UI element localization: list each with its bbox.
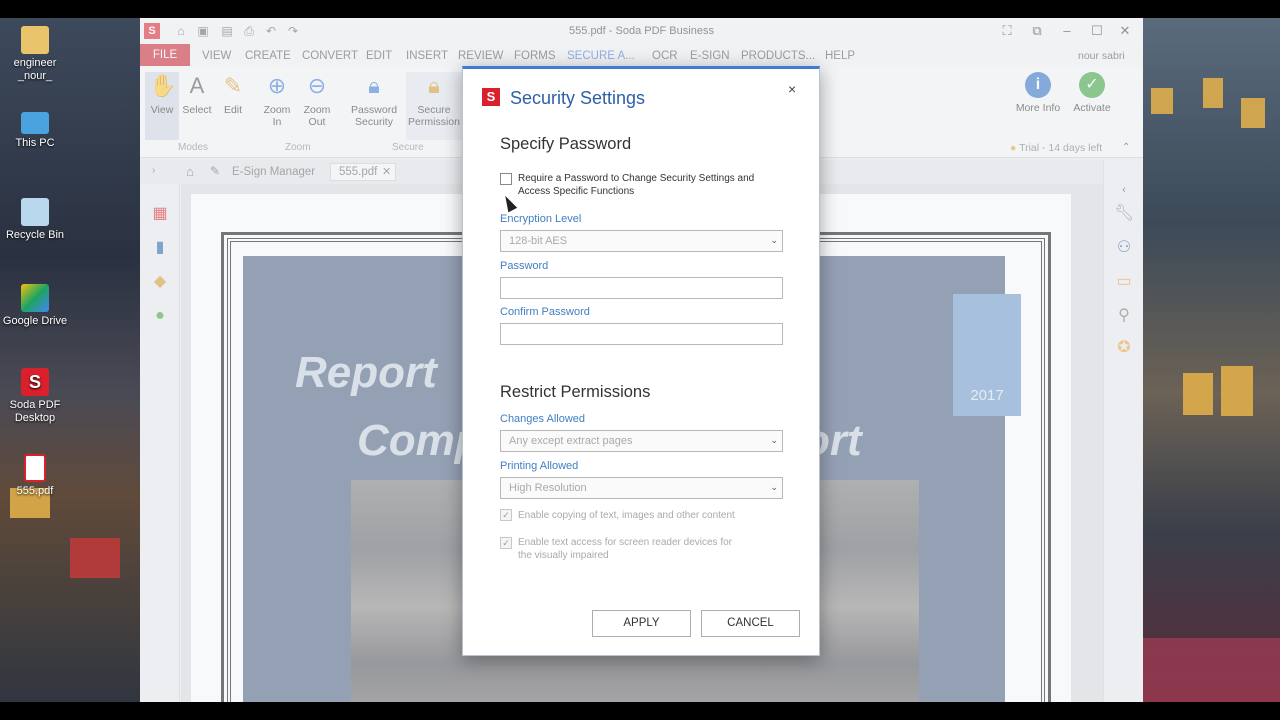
printing-allowed-label: Printing Allowed: [500, 460, 579, 472]
desktop-icon-label: Recycle Bin: [5, 229, 65, 241]
soda-pdf-icon: S: [21, 368, 49, 396]
security-settings-dialog: S Security Settings × Specify Password R…: [462, 66, 820, 656]
desktop-icon-label: This PC: [15, 137, 55, 149]
chevron-down-icon: ⌄: [770, 482, 778, 492]
screen-bottom-bar: [0, 702, 1280, 720]
google-drive-icon: [21, 284, 49, 312]
desktop-icon-this-pc[interactable]: This PC: [0, 112, 75, 150]
dialog-title: Security Settings: [510, 88, 646, 108]
desktop-icon-engineer-nour[interactable]: engineer _nour_: [0, 26, 75, 83]
password-input[interactable]: [500, 277, 783, 299]
chevron-down-icon: ⌄: [770, 235, 778, 245]
desktop-icon-recycle-bin[interactable]: Recycle Bin: [0, 198, 75, 242]
encryption-level-value: 128-bit AES: [509, 235, 568, 247]
pdf-file-icon: [24, 454, 46, 482]
changes-allowed-value: Any except extract pages: [509, 435, 633, 447]
enable-copying-checkbox[interactable]: ✓: [500, 509, 512, 521]
screen-top-bar: [0, 0, 1280, 18]
encryption-level-label: Encryption Level: [500, 213, 582, 225]
restrict-permissions-heading: Restrict Permissions: [500, 383, 651, 401]
printing-allowed-value: High Resolution: [509, 482, 587, 494]
enable-screen-reader-label: Enable text access for screen reader dev…: [518, 537, 732, 561]
changes-allowed-select[interactable]: Any except extract pages ⌄: [500, 430, 783, 452]
confirm-password-label: Confirm Password: [500, 306, 590, 318]
password-label: Password: [500, 260, 549, 272]
desktop-icon-google-drive[interactable]: Google Drive: [0, 284, 75, 328]
folder-icon: [21, 26, 49, 54]
enable-copying-label: Enable copying of text, images and other…: [518, 510, 735, 521]
changes-allowed-label: Changes Allowed: [500, 413, 586, 425]
confirm-password-input[interactable]: [500, 323, 783, 345]
enable-screen-reader-checkbox[interactable]: ✓: [500, 537, 512, 549]
encryption-level-select[interactable]: 128-bit AES ⌄: [500, 230, 783, 252]
specify-password-heading: Specify Password: [500, 135, 632, 153]
desktop-icon-label: Google Drive: [2, 315, 68, 327]
dialog-close-button[interactable]: ×: [788, 81, 796, 97]
require-password-checkbox[interactable]: [500, 173, 512, 185]
cancel-button[interactable]: CANCEL: [701, 610, 800, 637]
desktop-icon-label: Soda PDF Desktop: [9, 399, 61, 424]
require-password-label: Require a Password to Change Security Se…: [518, 173, 755, 197]
desktop-icon-555-pdf[interactable]: 555.pdf: [0, 454, 75, 498]
soda-logo-icon: S: [482, 88, 500, 106]
desktop-icon-soda-pdf[interactable]: S Soda PDF Desktop: [0, 368, 75, 425]
recycle-bin-icon: [21, 198, 49, 226]
apply-button[interactable]: APPLY: [592, 610, 691, 637]
desktop-icon-label: 555.pdf: [16, 485, 54, 497]
desktop-wallpaper-right: [1143, 18, 1280, 702]
computer-icon: [21, 112, 49, 134]
desktop-icon-label: engineer _nour_: [13, 57, 57, 82]
chevron-down-icon: ⌄: [770, 435, 778, 445]
printing-allowed-select[interactable]: High Resolution ⌄: [500, 477, 783, 499]
